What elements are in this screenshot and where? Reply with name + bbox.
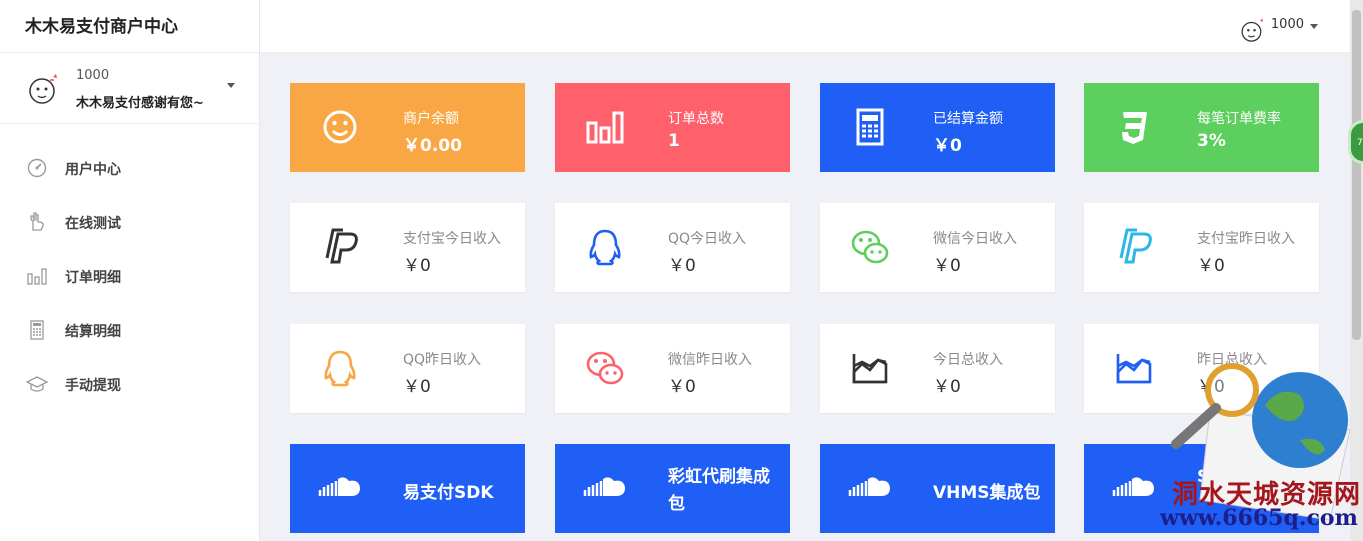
sidebar-nav: 用户中心 在线测试 订单明细 结算明细 手动提现 [0, 141, 259, 411]
sidebar-item-label: 手动提现 [65, 378, 121, 394]
stat-value: ￥0 [403, 256, 431, 276]
dashboard-icon [27, 158, 47, 178]
sidebar-item-online-test[interactable]: 在线测试 [0, 195, 259, 249]
avatar [29, 74, 57, 104]
download-title: 彩虹代刷集成包 [668, 467, 770, 514]
download-title: VHMS集成包 [933, 483, 1041, 503]
download-card-sdk[interactable]: 易支付SDK [290, 444, 525, 533]
brand-title: 木木易支付商户中心 [0, 0, 259, 53]
stat-card-today-total: 今日总收入 ￥0 [820, 324, 1055, 413]
stat-value: ￥0 [668, 377, 696, 397]
profile-message: 木木易支付感谢有您~ [76, 96, 204, 111]
avatar[interactable] [1239, 17, 1267, 45]
stat-label: 今日总收入 [933, 352, 1003, 368]
stat-value: ￥0 [933, 256, 961, 276]
download-title: 易支付SDK [403, 483, 494, 503]
stat-value: ￥0 [1197, 377, 1225, 397]
stat-card-alipay-today: 支付宝今日收入 ￥0 [290, 203, 525, 292]
calculator-icon [30, 320, 44, 340]
scrollbar[interactable] [1350, 0, 1363, 541]
sidebar-item-label: 订单明细 [65, 270, 121, 286]
soundcloud-icon [1112, 477, 1154, 496]
css3-icon [1122, 112, 1147, 144]
stat-value: 1 [668, 131, 680, 151]
stat-value: ￥0.00 [403, 136, 462, 156]
sidebar-item-settlement-detail[interactable]: 结算明细 [0, 303, 259, 357]
calculator-icon [856, 108, 884, 146]
sidebar-item-label: 用户中心 [65, 162, 121, 178]
user-menu-uid[interactable]: 1000 [1271, 17, 1304, 32]
bar-chart-icon [27, 268, 47, 285]
profile-uid: 1000 [76, 68, 110, 83]
stat-value: ￥0 [933, 377, 961, 397]
paypal-icon [1119, 228, 1152, 264]
scrollbar-thumb[interactable] [1352, 10, 1361, 340]
stat-card-qq-today: QQ今日收入 ￥0 [555, 203, 790, 292]
sidebar-item-label: 在线测试 [65, 216, 121, 232]
graduation-cap-icon [26, 376, 48, 392]
soundcloud-icon [318, 477, 360, 496]
stat-value: ￥0 [1197, 256, 1225, 276]
download-card-vhms[interactable]: VHMS集成包 [820, 444, 1055, 533]
sidebar-item-manual-withdraw[interactable]: 手动提现 [0, 357, 259, 411]
stat-label: 商户余额 [403, 111, 459, 127]
stat-card-balance: 商户余额 ￥0.00 [290, 83, 525, 172]
profile-panel[interactable]: 1000 木木易支付感谢有您~ [0, 54, 259, 124]
stat-card-qq-yesterday: QQ昨日收入 ￥0 [290, 324, 525, 413]
stat-card-fee-rate: 每笔订单费率 3% [1084, 83, 1319, 172]
stat-card-settled: 已结算金额 ￥0 [820, 83, 1055, 172]
stat-label: 支付宝昨日收入 [1197, 231, 1295, 247]
stat-label: 已结算金额 [933, 111, 1003, 127]
download-card-rainbow[interactable]: 彩虹代刷集成包 [555, 444, 790, 533]
stat-value: ￥0 [403, 377, 431, 397]
stat-value: ￥0 [668, 256, 696, 276]
sidebar-item-order-detail[interactable]: 订单明细 [0, 249, 259, 303]
stat-card-alipay-yesterday: 支付宝昨日收入 ￥0 [1084, 203, 1319, 292]
stat-label: 微信昨日收入 [668, 352, 752, 368]
stat-value: ￥0 [933, 136, 962, 156]
sidebar-item-label: 结算明细 [65, 324, 121, 340]
qq-icon [589, 229, 621, 266]
float-ball[interactable]: 70 [1348, 120, 1363, 164]
paypal-icon [325, 228, 358, 264]
stat-card-yesterday-total: 昨日总收入 ￥0 [1084, 324, 1319, 413]
stat-label: QQ昨日收入 [403, 352, 482, 368]
chevron-down-icon[interactable] [1310, 24, 1318, 29]
area-chart-icon [1116, 354, 1152, 384]
qq-icon [324, 350, 356, 387]
stat-label: 订单总数 [668, 111, 724, 127]
stat-label: 支付宝今日收入 [403, 231, 501, 247]
hand-icon [30, 212, 44, 231]
stat-card-orders: 订单总数 1 [555, 83, 790, 172]
wechat-icon [851, 230, 889, 264]
smile-icon [323, 110, 357, 144]
soundcloud-icon [583, 477, 625, 496]
stat-label: 微信今日收入 [933, 231, 1017, 247]
stat-value: 3% [1197, 131, 1226, 151]
stat-label: QQ今日收入 [668, 231, 747, 247]
stat-card-wechat-yesterday: 微信昨日收入 ￥0 [555, 324, 790, 413]
stat-label: 每笔订单费率 [1197, 111, 1281, 127]
area-chart-icon [852, 354, 888, 384]
sidebar: 木木易支付商户中心 1000 木木易支付感谢有您~ 用户中心 在线测试 订单明细… [0, 0, 260, 541]
sidebar-item-user-center[interactable]: 用户中心 [0, 141, 259, 195]
bar-chart-icon [586, 111, 624, 144]
top-bar: 1000 [260, 0, 1350, 53]
stat-card-wechat-today: 微信今日收入 ￥0 [820, 203, 1055, 292]
wechat-icon [586, 351, 624, 385]
chevron-down-icon[interactable] [227, 83, 235, 88]
stat-label: 昨日总收入 [1197, 352, 1267, 368]
watermark-url: www.6665q.com [1160, 505, 1358, 531]
soundcloud-icon [848, 477, 890, 496]
